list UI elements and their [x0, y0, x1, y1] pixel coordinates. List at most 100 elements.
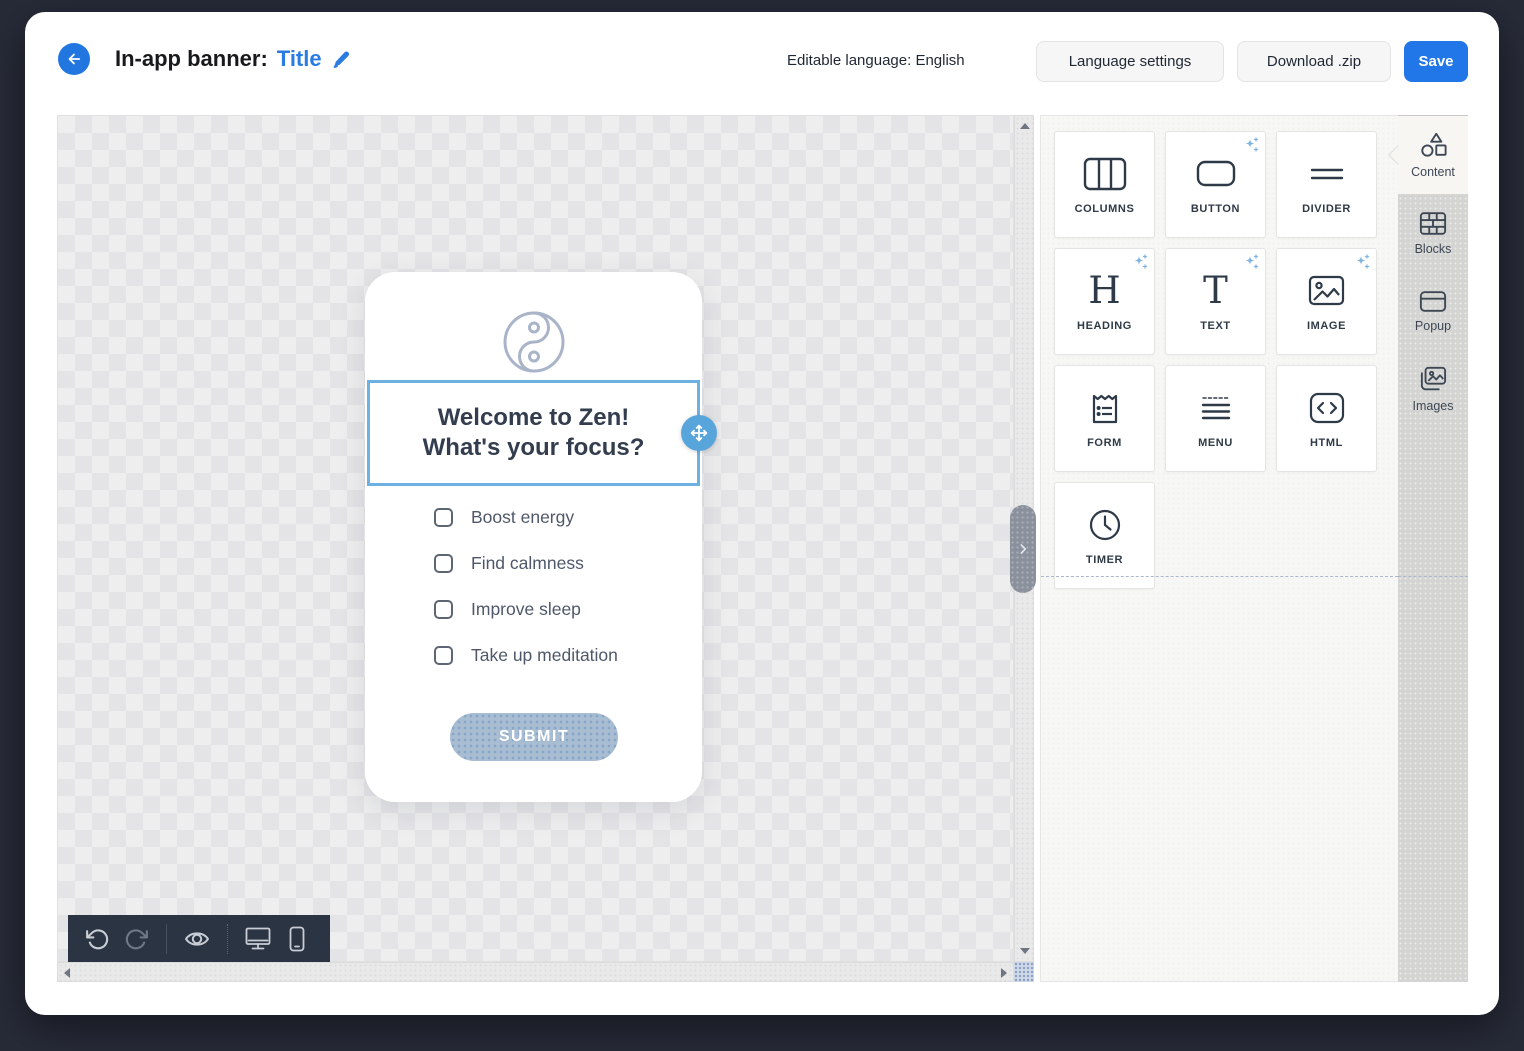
divider-icon [1309, 155, 1345, 193]
app-background: In-app banner: Title Editable language: … [0, 0, 1524, 1051]
tab-label: Content [1411, 165, 1455, 179]
undo-icon [84, 927, 109, 952]
tile-label: HEADING [1077, 320, 1132, 332]
checkbox[interactable] [434, 600, 453, 619]
ai-sparkle-icon [1242, 253, 1260, 271]
content-tile-columns[interactable]: COLUMNS [1054, 131, 1155, 238]
scroll-right-arrow-icon[interactable] [1001, 968, 1007, 978]
back-button[interactable] [58, 43, 90, 75]
tab-images[interactable]: Images [1398, 350, 1468, 428]
tile-label: HTML [1310, 437, 1343, 449]
rail-drop-separator [1398, 576, 1468, 577]
menu-icon [1199, 389, 1233, 427]
desktop-view-button[interactable] [244, 926, 272, 952]
editor-canvas: Welcome to Zen! What's your focus? [57, 115, 1034, 982]
ai-sparkle-icon [1242, 136, 1260, 154]
checkbox-option[interactable]: Find calmness [434, 550, 618, 576]
tile-label: TIMER [1086, 554, 1123, 566]
editable-language-label: Editable language: English [787, 52, 965, 69]
text-icon: T [1203, 272, 1228, 310]
mobile-view-button[interactable] [288, 925, 306, 953]
popup-icon [1419, 290, 1447, 313]
panel-drop-separator [1041, 576, 1398, 577]
image-icon [1308, 272, 1345, 310]
content-tile-image[interactable]: IMAGE [1276, 248, 1377, 355]
checkbox-option[interactable]: Take up meditation [434, 642, 618, 668]
tab-popup[interactable]: Popup [1398, 272, 1468, 350]
tile-label: COLUMNS [1075, 203, 1135, 215]
toolbar-divider-dotted [227, 924, 228, 954]
banner-heading-line1: Welcome to Zen! [438, 403, 630, 433]
tab-label: Blocks [1415, 242, 1452, 256]
checkbox-list: Boost energy Find calmness Improve sleep… [434, 504, 618, 688]
checkbox-option[interactable]: Boost energy [434, 504, 618, 530]
sidebar-tab-rail: Content Blocks [1398, 115, 1468, 982]
ai-sparkle-icon [1353, 253, 1371, 271]
checkbox[interactable] [434, 554, 453, 573]
tab-label: Images [1413, 399, 1454, 413]
panel-collapse-handle[interactable] [1010, 505, 1036, 593]
save-button[interactable]: Save [1404, 41, 1468, 82]
checkbox-label: Find calmness [471, 553, 584, 574]
heading-icon: H [1088, 272, 1120, 310]
horizontal-scrollbar[interactable] [57, 962, 1014, 982]
tab-blocks[interactable]: Blocks [1398, 194, 1468, 272]
desktop-icon [244, 926, 272, 952]
submit-button[interactable]: SUBMIT [450, 713, 618, 761]
download-zip-button[interactable]: Download .zip [1237, 41, 1391, 82]
content-tile-menu[interactable]: MENU [1165, 365, 1266, 472]
content-tile-timer[interactable]: TIMER [1054, 482, 1155, 589]
scroll-left-arrow-icon[interactable] [64, 968, 70, 978]
move-arrows-icon [688, 422, 710, 444]
page-title-prefix: In-app banner: [115, 46, 268, 72]
content-tile-form[interactable]: FORM [1054, 365, 1155, 472]
tile-label: TEXT [1200, 320, 1231, 332]
preview-eye-icon [183, 928, 211, 950]
edit-title-pencil-icon[interactable] [331, 49, 351, 69]
preview-button[interactable] [183, 928, 211, 950]
scroll-down-arrow-icon[interactable] [1020, 948, 1030, 954]
content-tiles-grid: COLUMNS BUTTON [1054, 131, 1377, 589]
tile-label: DIVIDER [1302, 203, 1351, 215]
move-handle[interactable] [681, 415, 717, 451]
checkbox[interactable] [434, 508, 453, 527]
banner-card[interactable]: Welcome to Zen! What's your focus? [365, 272, 702, 802]
tile-label: MENU [1198, 437, 1233, 449]
tile-label: FORM [1087, 437, 1122, 449]
tile-label: IMAGE [1307, 320, 1346, 332]
ai-sparkle-icon [1131, 253, 1149, 271]
heading-glyph: H [1088, 272, 1120, 310]
checkbox[interactable] [434, 646, 453, 665]
tab-content[interactable]: Content [1398, 116, 1468, 194]
checkbox-option[interactable]: Improve sleep [434, 596, 618, 622]
columns-icon [1083, 155, 1127, 193]
page-title-name: Title [277, 46, 322, 72]
checkbox-label: Take up meditation [471, 645, 618, 666]
content-tile-divider[interactable]: DIVIDER [1276, 131, 1377, 238]
redo-icon [125, 927, 150, 952]
toolbar-divider [166, 924, 167, 954]
text-glyph: T [1203, 272, 1228, 310]
scroll-up-arrow-icon[interactable] [1020, 123, 1030, 129]
content-tile-heading[interactable]: H HEADING [1054, 248, 1155, 355]
editor-toolbar [68, 915, 330, 963]
timer-icon [1088, 506, 1122, 544]
undo-button[interactable] [84, 927, 109, 952]
arrow-left-icon [65, 50, 83, 68]
content-panel: COLUMNS BUTTON [1040, 115, 1398, 982]
button-icon [1196, 155, 1236, 193]
mobile-icon [288, 925, 306, 953]
app-window: In-app banner: Title Editable language: … [25, 12, 1499, 1015]
content-tile-html[interactable]: HTML [1276, 365, 1377, 472]
redo-button[interactable] [125, 927, 150, 952]
checkbox-label: Improve sleep [471, 599, 581, 620]
language-settings-button[interactable]: Language settings [1036, 41, 1224, 82]
yin-yang-icon [500, 308, 568, 376]
checkbox-label: Boost energy [471, 507, 574, 528]
chevron-right-icon [1016, 542, 1030, 556]
images-icon [1419, 366, 1447, 393]
content-tile-button[interactable]: BUTTON [1165, 131, 1266, 238]
heading-block-selected[interactable]: Welcome to Zen! What's your focus? [367, 380, 700, 486]
bricks-icon [1419, 211, 1447, 236]
content-tile-text[interactable]: T TEXT [1165, 248, 1266, 355]
